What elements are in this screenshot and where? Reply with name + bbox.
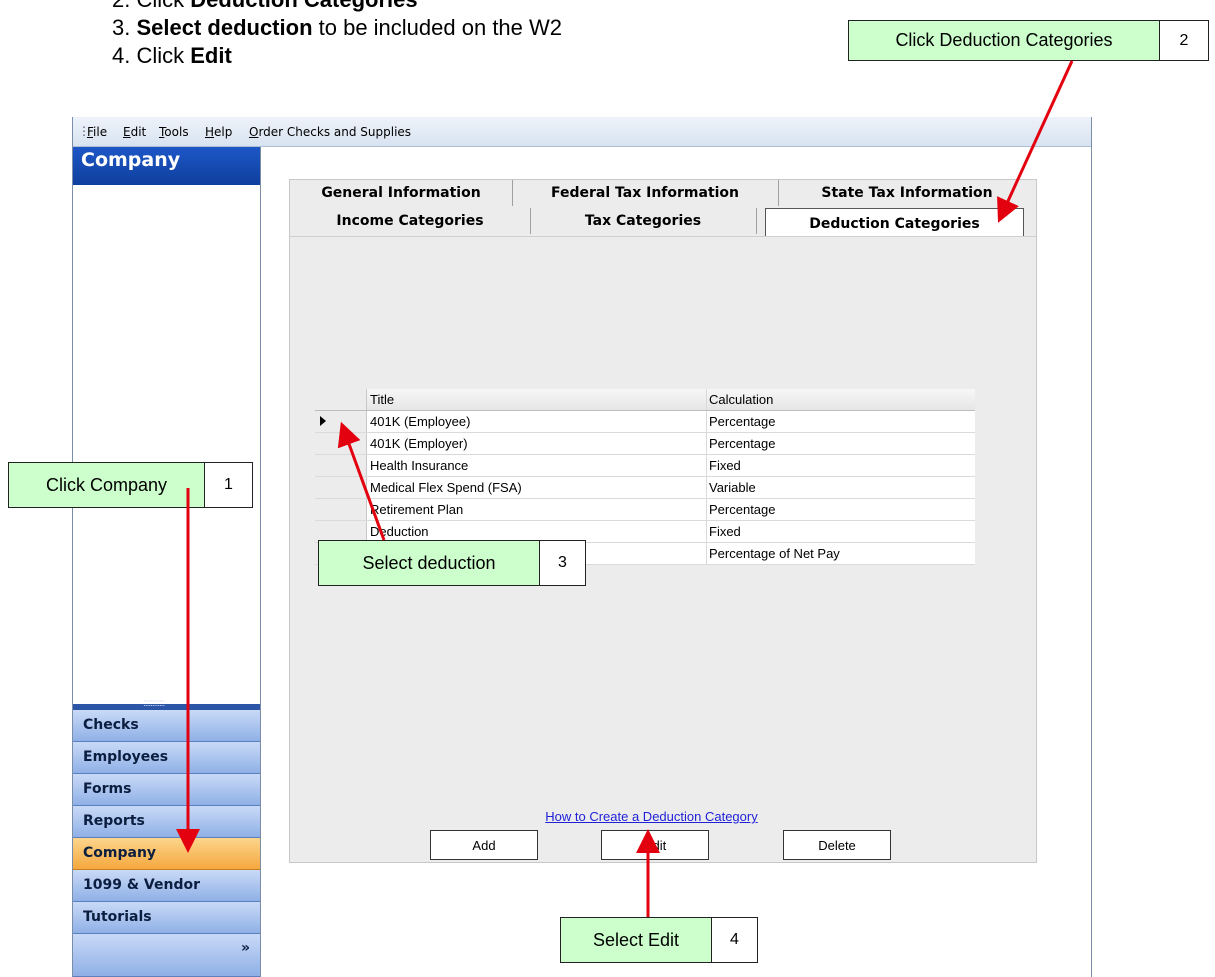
row-selector[interactable] [315,499,367,520]
nav-forms[interactable]: Forms [73,774,260,806]
cell-title[interactable]: 401K (Employer) [367,433,707,454]
add-button[interactable]: Add [430,830,538,860]
deduction-grid: Title Calculation 401K (Employee) Percen… [315,389,975,565]
callout-number: 2 [1179,31,1189,49]
row-selector[interactable] [315,433,367,454]
nav-1099-vendor[interactable]: 1099 & Vendor [73,870,260,902]
sidebar-header: Company [73,147,260,185]
menu-help[interactable]: Help [205,125,232,139]
callout-label: Select Edit [561,918,712,962]
row-selector[interactable] [315,521,367,542]
current-row-pointer-icon [320,416,326,426]
cell-title[interactable]: 401K (Employee) [367,411,707,432]
chevron-double-right-icon[interactable]: » [241,933,250,964]
callout-label: Click Company [9,463,205,507]
column-header-calculation[interactable]: Calculation [707,389,975,410]
row-header-corner [315,389,367,410]
cell-calculation[interactable]: Fixed [707,521,975,542]
nav-reports[interactable]: Reports [73,806,260,838]
menu-file[interactable]: File [87,125,107,139]
instruction-step-2: 2. Click Deduction Categories [112,0,562,14]
row-selector[interactable] [315,477,367,498]
nav-checks[interactable]: Checks [73,710,260,742]
row-selector[interactable] [315,455,367,476]
delete-button[interactable]: Delete [783,830,891,860]
callout-number: 4 [730,931,739,948]
help-link-create-deduction[interactable]: How to Create a Deduction Category [525,809,778,824]
cell-calculation[interactable]: Percentage [707,411,975,432]
table-row[interactable]: Retirement Plan Percentage [315,499,975,521]
cell-title[interactable]: Health Insurance [367,455,707,476]
grid-header: Title Calculation [315,389,975,411]
tab-general-information[interactable]: General Information [290,180,513,206]
cell-title[interactable]: Retirement Plan [367,499,707,520]
callout-number: 3 [558,554,567,571]
cell-calculation[interactable]: Percentage of Net Pay [707,543,975,564]
menu-edit[interactable]: Edit [123,125,146,139]
nav-company[interactable]: Company [73,838,260,870]
row-selector[interactable] [315,411,367,432]
table-row[interactable]: Health Insurance Fixed [315,455,975,477]
cell-title[interactable]: Deduction [367,521,707,542]
sidebar: Company :::::::::::: Checks Employees Fo… [73,147,261,977]
edit-button[interactable]: Edit [601,830,709,860]
tab-divider [290,236,1036,237]
nav-overflow[interactable]: » [73,934,260,977]
callout-step-1: Click Company 1 [8,462,253,508]
tab-federal-tax-information[interactable]: Federal Tax Information [512,180,779,206]
callout-number: 1 [224,476,233,493]
table-row[interactable]: 401K (Employee) Percentage [315,411,975,433]
cell-calculation[interactable]: Variable [707,477,975,498]
menu-bar: ⋮ File Edit Tools Help Order Checks and … [73,117,1091,147]
callout-label: Click Deduction Categories [849,21,1160,60]
callout-step-4: Select Edit 4 [560,917,758,963]
table-row[interactable]: Medical Flex Spend (FSA) Variable [315,477,975,499]
menu-tools[interactable]: Tools [159,125,189,139]
instruction-step-4: 4. Click Edit [112,43,232,68]
tab-income-categories[interactable]: Income Categories [290,208,531,234]
column-header-title[interactable]: Title [367,389,707,410]
callout-label: Select deduction [319,541,540,585]
cell-calculation[interactable]: Percentage [707,499,975,520]
nav-tutorials[interactable]: Tutorials [73,902,260,934]
callout-step-2: Click Deduction Categories 2 [848,20,1209,61]
tab-deduction-categories[interactable]: Deduction Categories [765,208,1024,236]
nav-employees[interactable]: Employees [73,742,260,774]
menu-order-checks[interactable]: Order Checks and Supplies [249,125,411,139]
callout-step-3: Select deduction 3 [318,540,586,586]
cell-calculation[interactable]: Fixed [707,455,975,476]
tab-tax-categories[interactable]: Tax Categories [530,208,757,234]
tab-state-tax-information[interactable]: State Tax Information [778,180,1036,206]
table-row[interactable]: 401K (Employer) Percentage [315,433,975,455]
instruction-step-3: 3. Select deduction to be included on th… [112,15,563,40]
instruction-list: 2. Click Deduction Categories 3. Select … [112,0,562,70]
cell-calculation[interactable]: Percentage [707,433,975,454]
cell-title[interactable]: Medical Flex Spend (FSA) [367,477,707,498]
